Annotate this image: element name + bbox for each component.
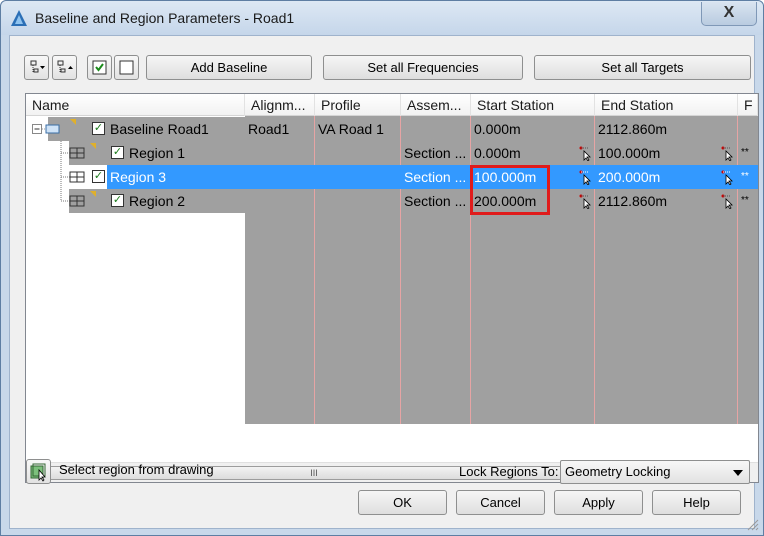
column-header-start-station[interactable]: Start Station (471, 94, 595, 116)
row-end-station[interactable]: 2112.860m (595, 117, 715, 141)
lock-regions-label: Lock Regions To: (459, 464, 559, 479)
pick-station-icon[interactable] (720, 145, 734, 161)
region-flag-icon (90, 143, 96, 149)
select-region-label: Select region from drawing (59, 462, 214, 477)
help-button[interactable]: Help (652, 490, 741, 515)
autocad-civil-app-icon (11, 10, 27, 26)
pick-station-icon[interactable] (578, 145, 592, 161)
table-row-region-selected[interactable]: ✓ Region 3 Section ... 100.000m 200.000m… (26, 165, 758, 189)
row-alignment[interactable] (245, 165, 315, 189)
column-header-end-station[interactable]: End Station (595, 94, 738, 116)
row-name: Region 1 (129, 145, 186, 161)
uncheck-all-icon (119, 60, 134, 75)
row-name: Baseline Road1 (110, 121, 209, 137)
check-all-button[interactable] (87, 55, 112, 80)
resize-grip-icon[interactable] (745, 517, 759, 531)
row-assembly[interactable]: Section ... (401, 189, 471, 213)
row-end-station[interactable]: 2112.860m (595, 189, 715, 213)
close-button[interactable]: X (701, 2, 757, 26)
region-icon (60, 165, 85, 189)
region-flag-icon (90, 191, 96, 197)
region-checkbox[interactable]: ✓ (111, 146, 124, 159)
pick-station-icon[interactable] (578, 169, 592, 185)
pick-station-icon[interactable] (578, 193, 592, 209)
row-profile[interactable]: VA Road 1 (315, 117, 401, 141)
column-header-frequency[interactable]: F (738, 94, 758, 116)
check-all-icon (92, 60, 107, 75)
baseline-flag-icon (70, 119, 76, 125)
highlight-annotation-box (470, 165, 550, 215)
column-header-assembly[interactable]: Assem... (401, 94, 471, 116)
ok-button[interactable]: OK (358, 490, 447, 515)
expand-tree-icon (30, 60, 45, 73)
add-baseline-button[interactable]: Add Baseline (146, 55, 312, 80)
row-end-station[interactable]: 200.000m (595, 165, 738, 189)
row-start-station[interactable]: 0.000m (471, 117, 591, 141)
row-frequency-more[interactable]: ** (738, 165, 758, 189)
uncheck-all-button[interactable] (114, 55, 139, 80)
column-header-name[interactable]: Name (26, 94, 245, 116)
set-all-frequencies-button[interactable]: Set all Frequencies (323, 55, 523, 80)
pick-station-icon[interactable] (720, 169, 734, 185)
select-region-icon (30, 463, 46, 482)
window-title: Baseline and Region Parameters - Road1 (35, 10, 295, 26)
column-header-profile[interactable]: Profile (315, 94, 401, 116)
row-end-station[interactable]: 100.000m (595, 141, 715, 165)
table-row-region[interactable]: ✓ Region 2 Section ... 200.000m 2112.860… (26, 189, 758, 213)
title-bar: Baseline and Region Parameters - Road1 X (1, 1, 763, 35)
region-checkbox[interactable]: ✓ (92, 170, 105, 183)
table-row-region[interactable]: ✓ Region 1 Section ... 0.000m 100.000m *… (26, 141, 758, 165)
row-start-station[interactable]: 0.000m (471, 141, 571, 165)
lock-regions-select[interactable]: Geometry Locking (560, 460, 750, 484)
lock-regions-value: Geometry Locking (565, 464, 671, 479)
row-assembly[interactable]: Section ... (401, 141, 471, 165)
select-region-from-drawing-button[interactable] (26, 459, 51, 484)
collapse-tree-button[interactable] (52, 55, 77, 80)
table-row-baseline[interactable]: ✓ Baseline Road1 Road1 VA Road 1 0.000m … (26, 117, 758, 141)
close-icon: X (723, 4, 735, 21)
grid-header: Name Alignm... Profile Assem... Start St… (26, 94, 758, 116)
row-assembly[interactable] (401, 117, 471, 141)
row-name: Region 3 (107, 165, 245, 189)
chevron-down-icon (733, 470, 743, 476)
tree-collapse-toggle-icon[interactable] (32, 122, 62, 136)
dialog-window: Baseline and Region Parameters - Road1 X (0, 0, 764, 536)
cancel-button[interactable]: Cancel (456, 490, 545, 515)
column-header-alignment[interactable]: Alignm... (245, 94, 315, 116)
expand-tree-button[interactable] (24, 55, 49, 80)
apply-button[interactable]: Apply (554, 490, 643, 515)
collapse-tree-icon (57, 60, 73, 73)
row-assembly[interactable]: Section ... (401, 165, 471, 189)
row-frequency-more[interactable]: ** (738, 189, 758, 213)
pick-station-icon[interactable] (720, 193, 734, 209)
row-profile[interactable] (315, 165, 401, 189)
region-checkbox[interactable]: ✓ (111, 194, 124, 207)
row-alignment[interactable]: Road1 (245, 117, 315, 141)
baseline-region-grid: Name Alignm... Profile Assem... Start St… (25, 93, 759, 483)
set-all-targets-button[interactable]: Set all Targets (534, 55, 751, 80)
row-name: Region 2 (129, 193, 186, 209)
baseline-checkbox[interactable]: ✓ (92, 122, 105, 135)
row-frequency-more[interactable]: ** (738, 141, 758, 165)
